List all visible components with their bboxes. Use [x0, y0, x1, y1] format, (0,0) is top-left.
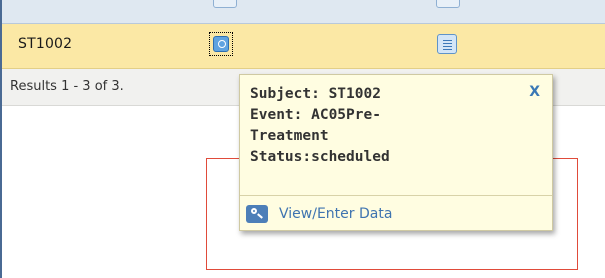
event-status-button[interactable] [209, 32, 233, 56]
table-row[interactable]: ST1002 [2, 24, 605, 69]
event-popup: Subject: ST1002 Event: AC05Pre- Treatmen… [239, 74, 553, 231]
subject-id-cell[interactable]: ST1002 [18, 36, 72, 52]
close-button[interactable]: X [529, 84, 540, 100]
view-enter-data-link[interactable]: View/Enter Data [246, 203, 392, 225]
event-icon-stub [213, 0, 237, 8]
popup-event-line-continued: Treatment [250, 128, 329, 144]
document-icon[interactable] [437, 34, 457, 54]
document-icon-stub [436, 0, 460, 8]
popup-subject-line: Subject: ST1002 [250, 86, 381, 102]
view-enter-data-label[interactable]: View/Enter Data [279, 206, 392, 222]
results-count: Results 1 - 3 of 3. [10, 79, 124, 94]
event-info: Subject: ST1002 Event: AC05Pre- Treatmen… [250, 84, 520, 168]
event-scheduled-icon [213, 36, 229, 52]
popup-divider [240, 195, 552, 196]
key-icon [246, 205, 268, 223]
popup-event-line: Event: AC05Pre- [250, 107, 381, 123]
table-header-strip [2, 0, 605, 24]
popup-status-line: Status:scheduled [250, 149, 390, 165]
